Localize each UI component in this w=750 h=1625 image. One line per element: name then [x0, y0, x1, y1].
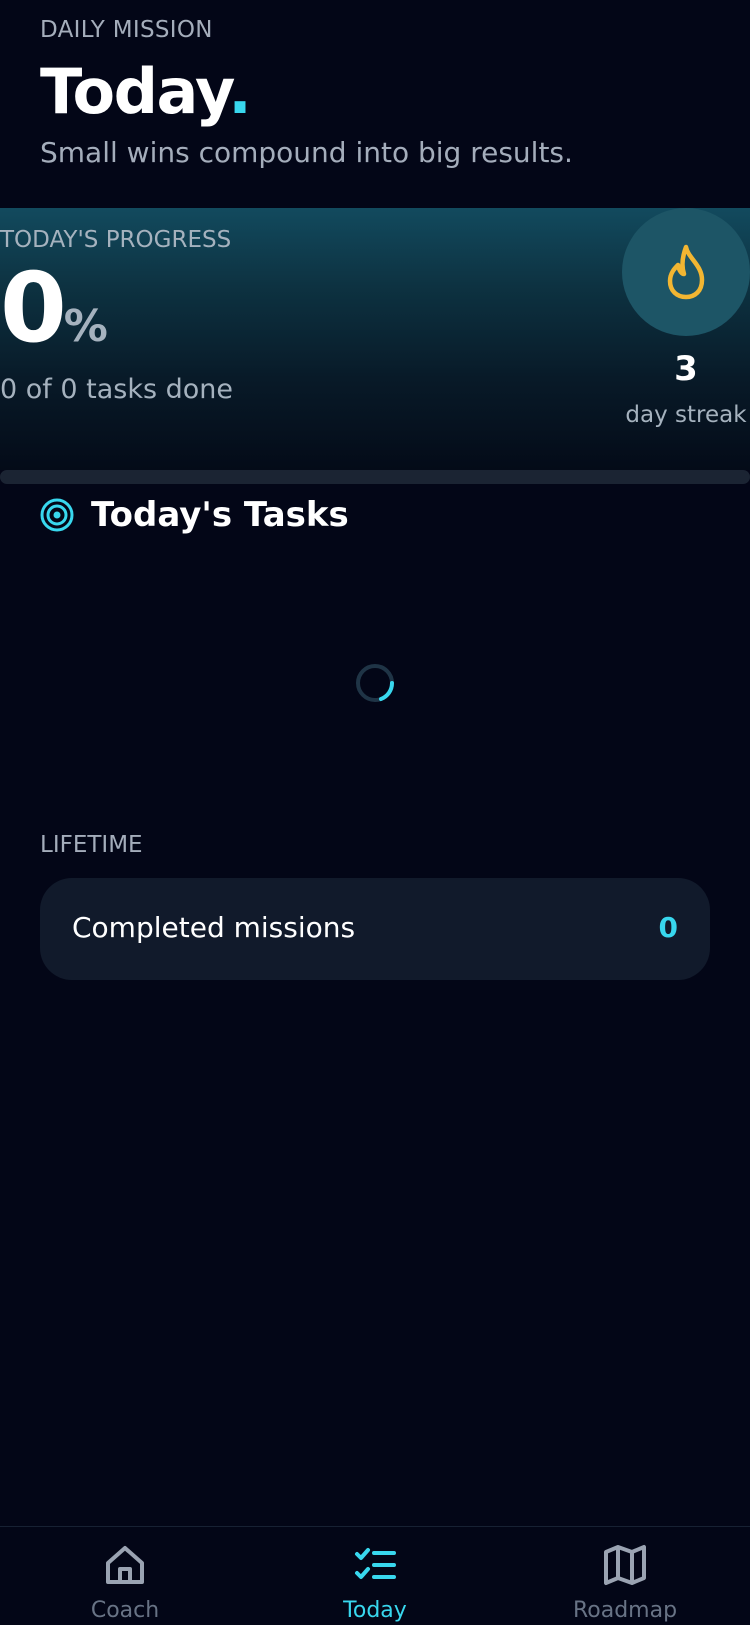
nav-item-today-label: Today — [343, 1598, 407, 1623]
loading-spinner — [356, 664, 395, 702]
flame-icon — [667, 244, 705, 300]
lifetime-label: LIFETIME — [40, 832, 143, 858]
nav-item-today[interactable]: Today — [250, 1527, 500, 1625]
map-icon — [604, 1545, 646, 1585]
progress-value: 0% — [0, 258, 108, 358]
page-title-accent-dot: . — [228, 55, 252, 128]
page-subtitle: Small wins compound into big results. — [40, 136, 573, 169]
nav-item-coach[interactable]: Coach — [0, 1527, 250, 1625]
progress-unit: % — [63, 301, 108, 352]
page-title: Today. — [40, 54, 252, 130]
nav-item-roadmap-label: Roadmap — [572, 1598, 678, 1623]
home-icon — [106, 1546, 144, 1584]
progress-card: TODAY'S PROGRESS 0% 0 of 0 tasks done 3 … — [0, 208, 750, 470]
tasks-heading: Today's Tasks — [40, 490, 349, 540]
nav-item-coach-label: Coach — [90, 1598, 160, 1623]
checklist-icon — [355, 1548, 396, 1579]
streak-badge — [622, 208, 750, 336]
streak-count: 3 — [674, 349, 698, 389]
page-eyebrow: DAILY MISSION — [40, 17, 213, 43]
target-icon — [40, 498, 74, 532]
nav-item-roadmap[interactable]: Roadmap — [500, 1527, 750, 1625]
streak-label: day streak — [625, 402, 747, 428]
progress-percent: 0 — [0, 252, 67, 364]
progress-summary: 0 of 0 tasks done — [0, 374, 233, 405]
tasks-heading-label: Today's Tasks — [91, 495, 349, 535]
lifetime-stat-name: Completed missions — [72, 911, 356, 944]
lifetime-stat-card: Completed missions 0 — [40, 878, 710, 980]
progress-label: TODAY'S PROGRESS — [0, 227, 232, 253]
bottom-nav: Coach Today Roadmap — [0, 1526, 750, 1625]
progress-bar — [0, 470, 750, 484]
page-title-text: Today — [40, 55, 230, 128]
lifetime-stat-value: 0 — [658, 911, 678, 944]
